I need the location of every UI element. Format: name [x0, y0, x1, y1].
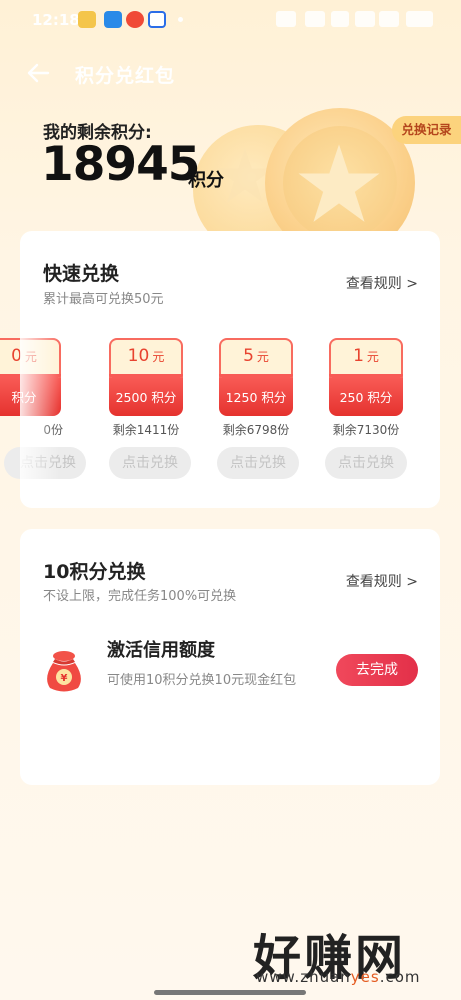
app-notification-icon [78, 11, 96, 28]
watermark-domain-prefix: www.zhuan [256, 968, 351, 986]
red-packet-bag-icon: ¥ [47, 651, 81, 692]
voucher-amount-row: 5元 [219, 346, 293, 366]
redeem-button[interactable]: 点击兑换 [325, 447, 407, 479]
page-title: 积分兑红包 [75, 65, 176, 87]
voucher-amount: 10 [127, 346, 150, 366]
quick-exchange-rules-link[interactable]: 查看规则 > [346, 273, 418, 293]
video-app-notification-icon [104, 11, 122, 28]
voucher-cost: 2500 积分 [109, 378, 183, 416]
wifi-icon [305, 11, 325, 27]
voucher-amount: 5 [243, 346, 254, 366]
more-notifications-icon [178, 17, 183, 22]
quick-exchange-subtitle: 累计最高可兑换50元 [43, 292, 164, 307]
ten-points-rules-link[interactable]: 查看规则 > [346, 571, 418, 591]
status-time: 12:18 [32, 11, 80, 29]
voucher-amount-row: 10 元 [109, 346, 183, 366]
exchange-history-button[interactable]: 兑换记录 [392, 116, 461, 144]
battery-icon [406, 11, 433, 27]
svg-text:¥: ¥ [61, 673, 68, 684]
star-icon [298, 144, 380, 222]
vibrate-icon [276, 11, 296, 27]
hd-icon [331, 11, 349, 27]
watermark-domain-highlight: yes [350, 968, 380, 986]
voucher-remain: 剩余6798份 [222, 423, 290, 437]
voucher-card[interactable]: 5元 1250 积分 [219, 338, 293, 418]
points-value: 18945 [41, 137, 201, 192]
status-bar: 12:18 [0, 0, 461, 40]
bank-notification-icon [148, 11, 166, 28]
voucher-unit: 元 [256, 350, 269, 364]
home-indicator[interactable] [154, 990, 306, 995]
watermark-domain: www.zhuanyes.com [256, 968, 421, 986]
go-complete-button[interactable]: 去完成 [336, 654, 418, 686]
quick-exchange-title: 快速兑换 [43, 263, 120, 285]
ten-points-title: 10积分兑换 [43, 561, 146, 583]
voucher-unit: 元 [152, 350, 165, 364]
task-description: 可使用10积分兑换10元现金红包 [107, 673, 297, 688]
back-arrow-icon[interactable] [26, 62, 50, 84]
signal-icon-2 [379, 11, 399, 27]
voucher-card[interactable]: 1元 250 积分 [329, 338, 403, 418]
voucher-amount: 1 [353, 346, 364, 366]
scroll-fade-overlay [20, 335, 60, 485]
voucher-unit: 元 [366, 350, 379, 364]
voucher-card[interactable]: 10 元 2500 积分 [109, 338, 183, 418]
signal-icon [355, 11, 375, 27]
voucher-amount-row: 1元 [329, 346, 403, 366]
voucher-cost: 1250 积分 [219, 378, 293, 416]
voucher-remain: 剩余7130份 [332, 423, 400, 437]
redeem-button[interactable]: 点击兑换 [109, 447, 191, 479]
redeem-button[interactable]: 点击兑换 [217, 447, 299, 479]
voucher-remain: 剩余1411份 [112, 423, 180, 437]
voucher-cost: 250 积分 [329, 378, 403, 416]
task-title: 激活信用额度 [107, 640, 215, 661]
watermark-domain-suffix: .com [379, 968, 421, 986]
points-unit: 积分 [188, 170, 224, 191]
weibo-notification-icon [126, 11, 144, 28]
ten-points-subtitle: 不设上限，完成任务100%可兑换 [43, 589, 237, 604]
